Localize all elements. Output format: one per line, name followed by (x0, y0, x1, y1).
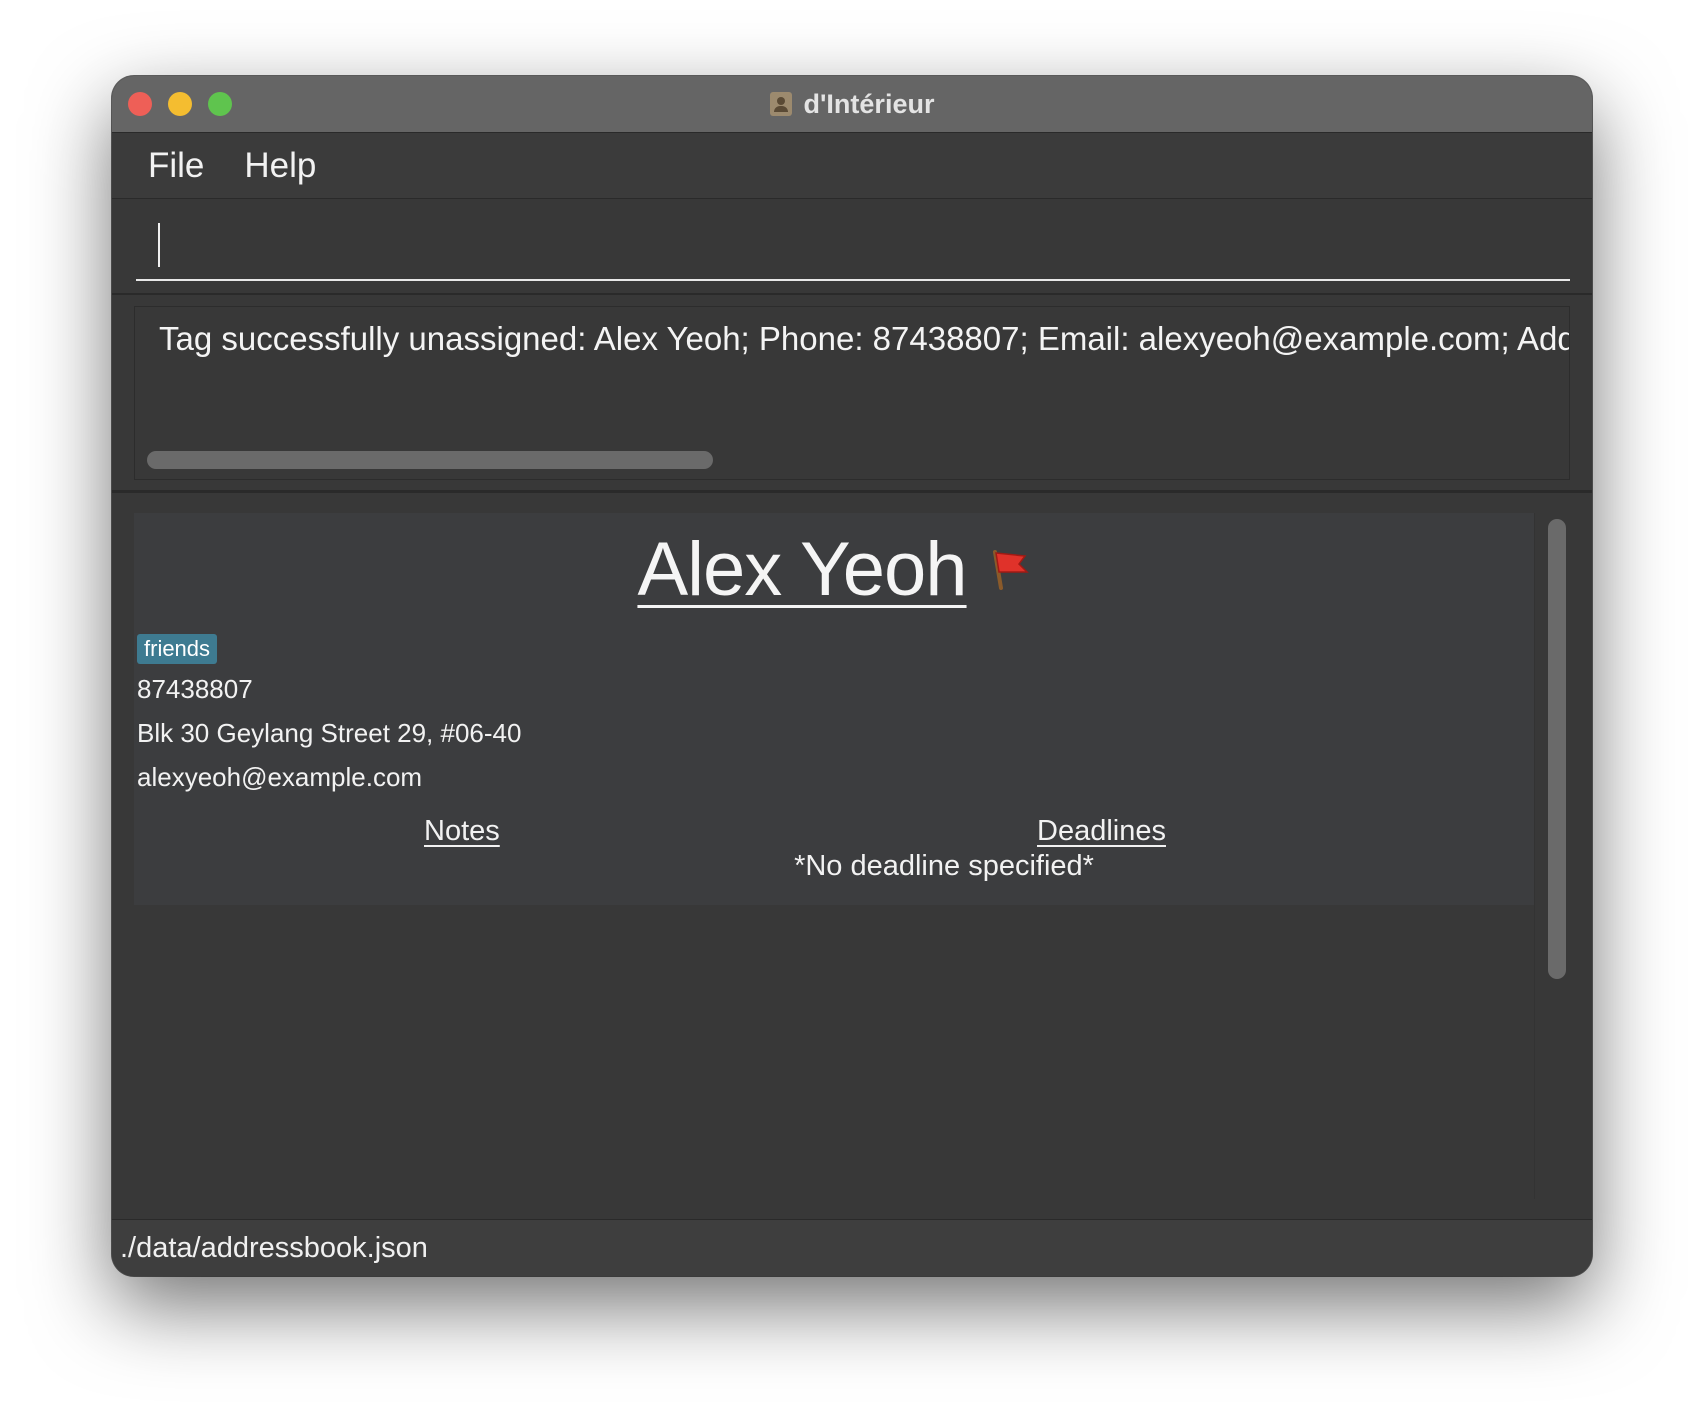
horizontal-scrollbar[interactable] (147, 451, 713, 469)
notes-header: Notes (424, 815, 500, 847)
title-bar[interactable]: d'Intérieur (112, 76, 1592, 133)
red-flag-icon (989, 548, 1031, 590)
save-file-path: ./data/addressbook.json (120, 1231, 428, 1264)
app-window: d'Intérieur File Help Tag successfully u… (112, 76, 1592, 1276)
text-caret (158, 223, 160, 267)
command-input[interactable] (136, 213, 1570, 281)
person-list: Alex Yeoh friends 87438807 Blk 30 Geylan… (134, 513, 1535, 1199)
no-deadline-text: *No deadline specified* (794, 850, 1094, 882)
person-card[interactable]: Alex Yeoh friends 87438807 Blk 30 Geylan… (134, 513, 1534, 905)
person-list-area: Alex Yeoh friends 87438807 Blk 30 Geylan… (112, 493, 1592, 1219)
result-message: Tag successfully unassigned: Alex Yeoh; … (159, 320, 1570, 357)
person-name: Alex Yeoh (637, 526, 967, 612)
person-address: Blk 30 Geylang Street 29, #06-40 (137, 718, 522, 748)
person-card-header: Alex Yeoh (134, 521, 1534, 617)
result-display: Tag successfully unassigned: Alex Yeoh; … (112, 295, 1592, 493)
person-phone: 87438807 (137, 674, 253, 704)
window-title-group: d'Intérieur (112, 76, 1592, 132)
menu-file[interactable]: File (148, 146, 204, 186)
person-email: alexyeoh@example.com (137, 762, 423, 792)
status-bar: ./data/addressbook.json (112, 1219, 1592, 1276)
tag-badge: friends (137, 634, 218, 664)
address-book-icon (769, 92, 792, 116)
deadlines-header: Deadlines (1037, 815, 1166, 847)
menu-help[interactable]: Help (244, 146, 316, 186)
vertical-scrollbar[interactable] (1548, 519, 1566, 979)
result-text-box[interactable]: Tag successfully unassigned: Alex Yeoh; … (134, 306, 1570, 480)
window-title: d'Intérieur (803, 88, 935, 119)
menu-bar: File Help (112, 133, 1592, 199)
command-box (112, 199, 1592, 295)
